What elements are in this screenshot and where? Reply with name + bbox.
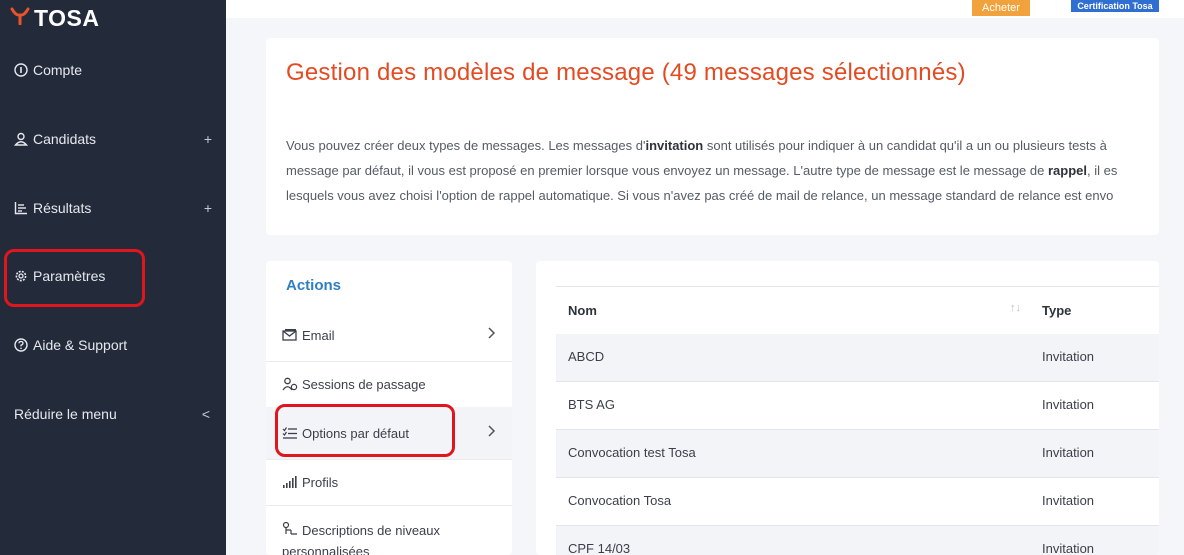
table-row[interactable]: Convocation Tosa Invitation <box>556 478 1159 526</box>
table-header-row: Nom ↑↓ Type <box>556 286 1159 336</box>
actions-title: Actions <box>286 277 342 294</box>
cell-type: Invitation <box>1042 541 1095 555</box>
action-item-options-par-defaut[interactable]: Options par défaut <box>266 407 512 460</box>
sidebar-item-label: Réduire le menu <box>14 406 117 422</box>
expand-plus-icon[interactable]: + <box>204 200 212 216</box>
sidebar-item-resultats[interactable]: Résultats + <box>14 196 214 220</box>
description-line-2: message par défaut, il vous est proposé … <box>286 158 1159 183</box>
users-session-icon <box>282 377 298 391</box>
sidebar-item-label: Aide & Support <box>33 337 128 353</box>
signal-bars-icon <box>282 475 298 489</box>
action-item-label: Profils <box>302 474 339 490</box>
column-header-nom[interactable]: Nom <box>568 303 597 318</box>
description-text: Vous pouvez créer deux types de messages… <box>286 138 646 153</box>
column-header-type[interactable]: Type <box>1042 303 1071 318</box>
table-row[interactable]: Convocation test Tosa Invitation <box>556 430 1159 478</box>
cell-nom: Convocation Tosa <box>568 493 672 508</box>
sidebar-item-candidats[interactable]: Candidats + <box>14 127 214 151</box>
table-row[interactable]: BTS AG Invitation <box>556 382 1159 430</box>
sidebar-item-aide-support[interactable]: Aide & Support <box>14 333 214 357</box>
page-description: Vous pouvez créer deux types de messages… <box>286 133 1159 208</box>
cell-type: Invitation <box>1042 493 1095 508</box>
chevron-right-icon <box>486 424 496 443</box>
action-item-profils[interactable]: Profils <box>266 459 512 506</box>
actions-panel: Actions Email Sessions de passage Option… <box>266 261 512 555</box>
table-row[interactable]: CPF 14/03 Invitation <box>556 526 1159 555</box>
sidebar-collapse-menu[interactable]: Réduire le menu < <box>14 402 214 426</box>
table-row[interactable]: ABCD Invitation <box>556 334 1159 382</box>
description-text: message par défaut, il vous est proposé … <box>286 163 1048 178</box>
chevron-right-icon <box>486 326 496 345</box>
sidebar-item-label: Paramètres <box>33 268 106 284</box>
cell-nom: BTS AG <box>568 397 615 412</box>
description-line-1: Vous pouvez créer deux types de messages… <box>286 133 1159 158</box>
action-item-label: Options par défaut <box>302 425 409 441</box>
tosa-logo-icon <box>10 7 30 29</box>
action-item-descriptions-niveaux[interactable]: Descriptions de niveaux personnalisées <box>266 505 512 555</box>
checklist-icon <box>282 426 298 440</box>
tosa-logo-text: TOSA <box>34 4 100 31</box>
expand-plus-icon[interactable]: + <box>204 131 212 147</box>
cell-nom: ABCD <box>568 349 605 364</box>
gear-icon <box>14 269 28 283</box>
cell-type: Invitation <box>1042 349 1095 364</box>
description-text: , il es <box>1086 163 1118 178</box>
sidebar-item-label: Résultats <box>33 200 92 216</box>
page-header-card: Gestion des modèles de message (49 messa… <box>266 38 1159 235</box>
cell-nom: CPF 14/03 <box>568 541 631 555</box>
certification-tosa-badge[interactable]: Certification Tosa <box>1071 0 1159 12</box>
action-item-label-block: Descriptions de niveaux personnalisées <box>266 520 440 555</box>
sidebar-item-parametres[interactable]: Paramètres <box>14 264 214 288</box>
cell-nom: Convocation test Tosa <box>568 445 696 460</box>
messages-table-card: Nom ↑↓ Type ABCD Invitation BTS AG Invit… <box>536 261 1159 555</box>
sidebar-item-label: Candidats <box>33 131 97 147</box>
email-icon <box>282 328 298 342</box>
cell-type: Invitation <box>1042 397 1095 412</box>
info-circle-icon <box>14 63 28 77</box>
top-bar <box>226 0 1184 18</box>
sidebar-item-compte[interactable]: Compte <box>14 58 214 82</box>
page-title: Gestion des modèles de message (49 messa… <box>286 59 966 86</box>
description-text: sont utilisés pour indiquer à un candida… <box>703 138 1107 153</box>
action-item-label: Descriptions de niveaux <box>302 523 441 538</box>
description-bold-invitation: invitation <box>645 138 704 153</box>
action-item-sessions-de-passage[interactable]: Sessions de passage <box>266 361 512 408</box>
bar-chart-icon <box>14 201 28 215</box>
sidebar: TOSA Compte Candidats + Résultats + Para… <box>0 0 226 555</box>
description-line-3: lesquels vous avez choisi l'option de ra… <box>286 188 1114 203</box>
action-item-label-continued: personnalisées <box>282 544 370 555</box>
sidebar-item-label: Compte <box>33 62 83 78</box>
action-item-label: Sessions de passage <box>302 376 426 392</box>
collapse-chevron-icon: < <box>201 406 210 422</box>
action-item-label: Email <box>302 327 335 343</box>
sort-icon[interactable]: ↑↓ <box>1010 302 1021 314</box>
action-item-email[interactable]: Email <box>266 309 512 362</box>
user-icon <box>14 132 28 146</box>
buy-button[interactable]: Acheter <box>972 0 1030 16</box>
cell-type: Invitation <box>1042 445 1095 460</box>
tosa-logo[interactable]: TOSA <box>10 4 99 32</box>
description-bold-rappel: rappel <box>1047 163 1087 178</box>
help-circle-icon <box>14 338 28 352</box>
